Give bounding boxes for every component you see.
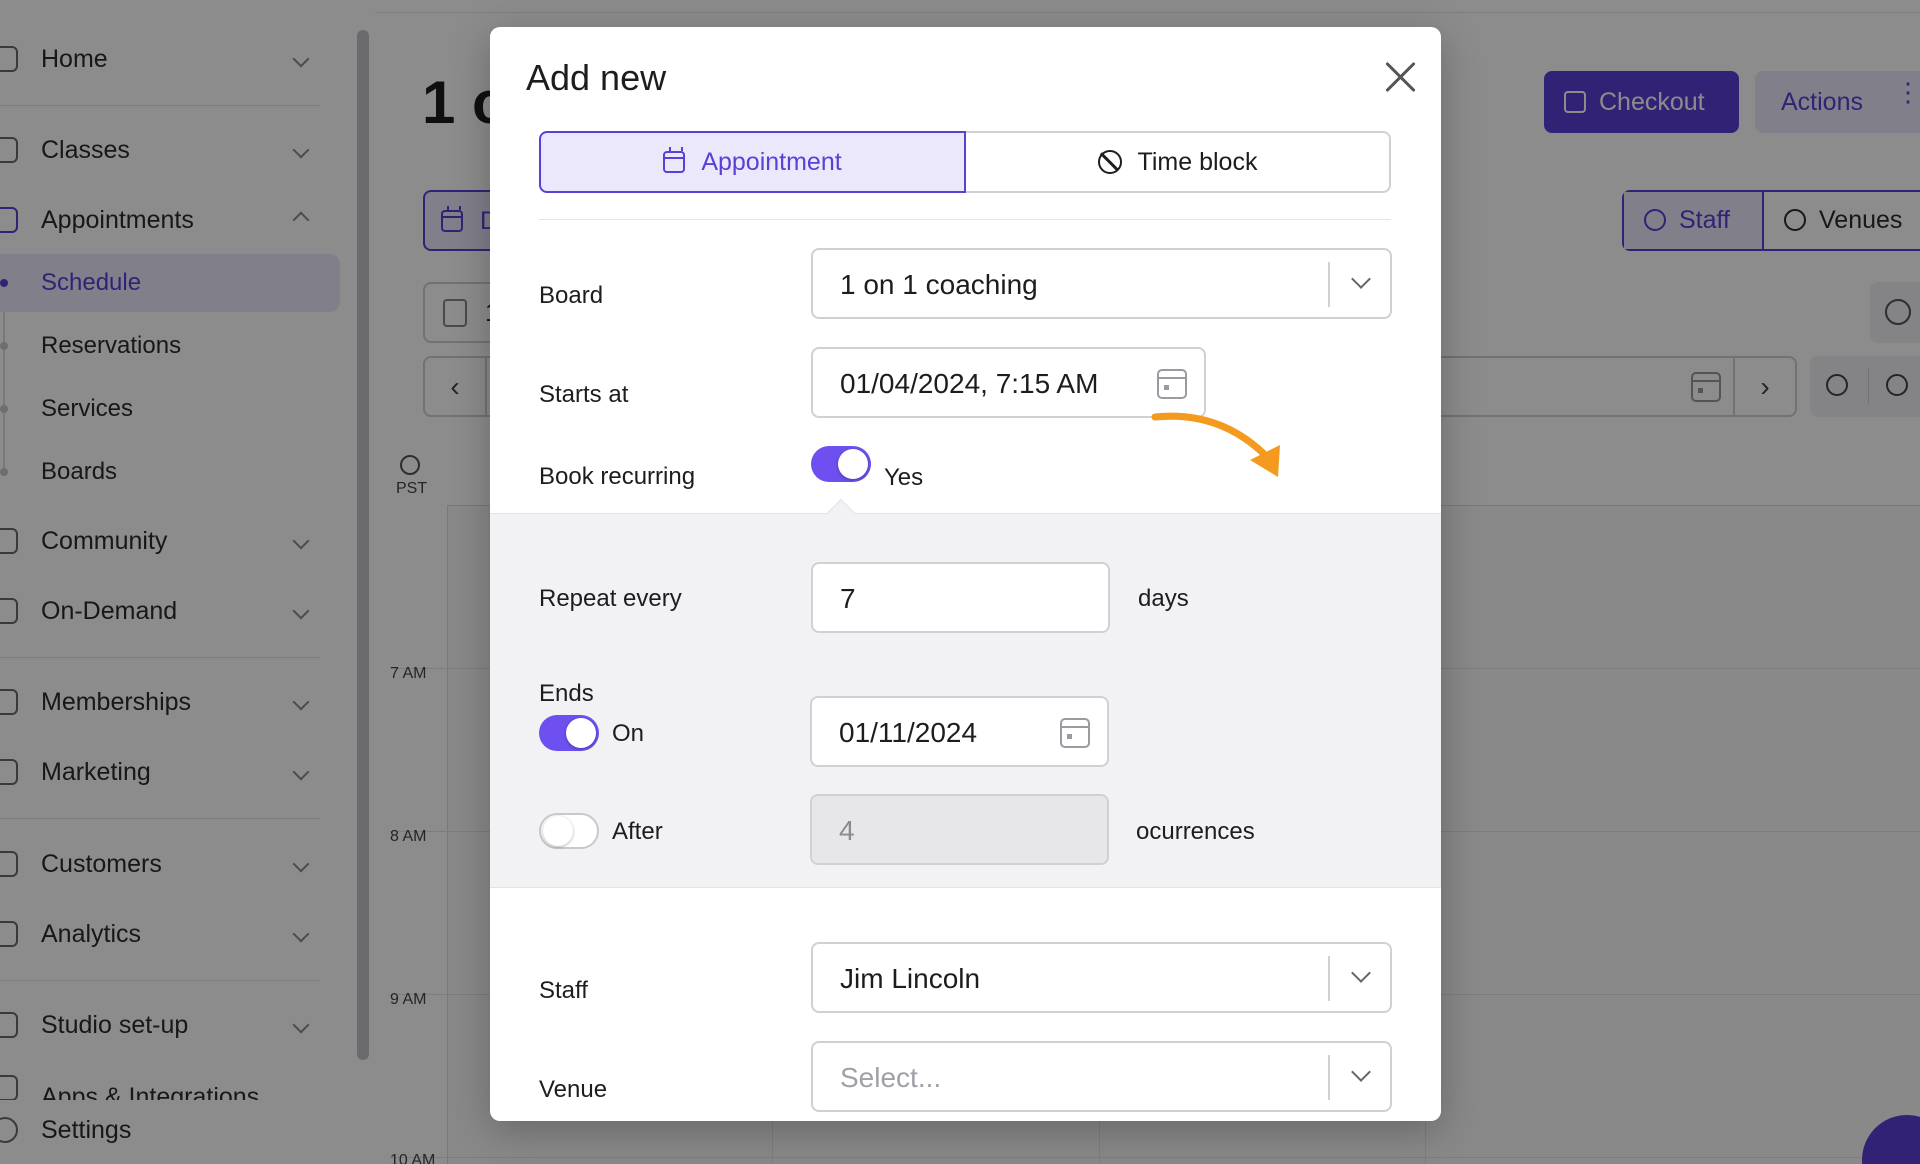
- repeat-every-label: Repeat every: [539, 585, 682, 612]
- select-separator: [1328, 1055, 1330, 1100]
- ends-after-unit: ocurrences: [1136, 818, 1255, 845]
- calendar-icon[interactable]: [1157, 369, 1187, 399]
- venue-label: Venue: [539, 1076, 608, 1103]
- ends-label: Ends: [539, 680, 594, 707]
- board-select[interactable]: 1 on 1 coaching: [811, 248, 1392, 319]
- ban-icon: [1097, 150, 1122, 174]
- annotation-arrow-icon: [1151, 412, 1280, 477]
- calendar-icon: [663, 147, 686, 173]
- starts-at-input[interactable]: 01/04/2024, 7:15 AM: [811, 347, 1206, 418]
- calendar-icon[interactable]: [1060, 718, 1090, 748]
- tab-label: Time block: [1137, 147, 1258, 176]
- ends-on-label: On: [612, 720, 645, 747]
- repeat-every-input[interactable]: 7: [811, 562, 1110, 633]
- recurrence-panel: Repeat every 7 days Ends On 01/11/2024 A…: [490, 513, 1441, 888]
- type-tabs: Appointment Time block: [539, 131, 1391, 193]
- toggle-knob: [543, 816, 573, 846]
- staff-value: Jim Lincoln: [840, 963, 981, 994]
- toggle-knob: [566, 718, 596, 748]
- book-recurring-state: Yes: [884, 464, 924, 491]
- ends-on-date-value: 01/11/2024: [839, 717, 978, 748]
- repeat-unit: days: [1138, 585, 1189, 612]
- chevron-down-icon: [1351, 963, 1371, 983]
- starts-at-label: Starts at: [539, 381, 629, 408]
- chevron-down-icon: [1351, 269, 1371, 289]
- staff-label: Staff: [539, 977, 588, 1004]
- modal-title: Add new: [526, 57, 667, 98]
- ends-on-date-input[interactable]: 01/11/2024: [810, 696, 1109, 767]
- book-recurring-toggle[interactable]: [811, 446, 871, 482]
- venue-placeholder: Select...: [840, 1062, 942, 1093]
- ends-after-label: After: [612, 818, 663, 845]
- divider: [539, 219, 1391, 220]
- venue-select[interactable]: Select...: [811, 1041, 1392, 1112]
- ends-after-toggle[interactable]: [539, 813, 599, 849]
- board-value: 1 on 1 coaching: [840, 269, 1038, 300]
- tab-appointment[interactable]: Appointment: [539, 131, 966, 193]
- add-new-modal: Add new Appointment Time block Board 1 o…: [490, 27, 1441, 1121]
- toggle-knob: [838, 449, 868, 479]
- ends-after-count-value: 4: [839, 815, 855, 846]
- close-icon[interactable]: [1380, 57, 1420, 97]
- board-label: Board: [539, 282, 604, 309]
- select-separator: [1328, 956, 1330, 1001]
- select-separator: [1328, 262, 1330, 307]
- tab-label: Appointment: [701, 147, 842, 176]
- tab-time-block[interactable]: Time block: [966, 131, 1391, 193]
- ends-after-count-input[interactable]: 4: [810, 794, 1109, 865]
- repeat-every-value: 7: [840, 583, 856, 614]
- staff-select[interactable]: Jim Lincoln: [811, 942, 1392, 1013]
- ends-on-toggle[interactable]: [539, 715, 599, 751]
- chevron-down-icon: [1351, 1062, 1371, 1082]
- book-recurring-label: Book recurring: [539, 463, 696, 490]
- starts-at-value: 01/04/2024, 7:15 AM: [840, 368, 1099, 399]
